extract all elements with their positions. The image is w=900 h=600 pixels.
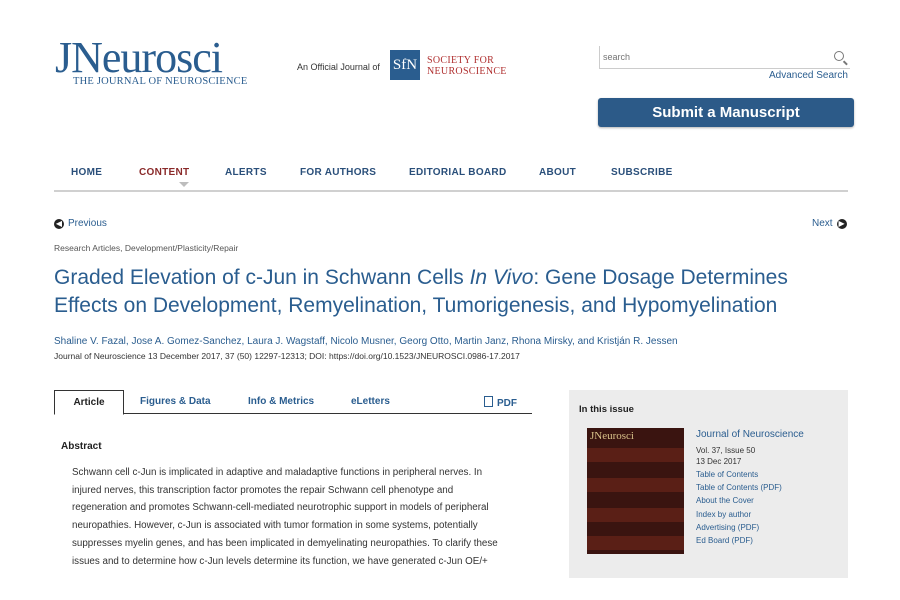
tab-article[interactable]: Article xyxy=(54,390,124,415)
cover-title: JNeurosci xyxy=(590,430,634,442)
issue-date: 13 Dec 2017 xyxy=(696,457,742,466)
sfn-name-line1: Society for xyxy=(427,55,495,66)
nav-home[interactable]: HOME xyxy=(71,167,102,178)
nav-alerts[interactable]: ALERTS xyxy=(225,167,267,178)
search-input[interactable] xyxy=(603,49,828,65)
logo-text: JNeurosci xyxy=(55,33,223,82)
previous-link[interactable]: ◀ Previous xyxy=(54,218,107,229)
in-this-issue-panel: In this issue JNeurosci Journal of Neuro… xyxy=(569,390,848,578)
tab-figures-data[interactable]: Figures & Data xyxy=(140,396,211,407)
tab-pdf[interactable]: PDF xyxy=(484,396,517,409)
nav-editorial-board[interactable]: EDITORIAL BOARD xyxy=(409,167,506,178)
cover-stripe xyxy=(587,536,684,550)
issue-cover-image[interactable]: JNeurosci xyxy=(587,428,684,554)
abstract-text: Schwann cell c-Jun is implicated in adap… xyxy=(72,464,527,570)
tab-article-label: Article xyxy=(73,397,105,408)
tab-eletters[interactable]: eLetters xyxy=(351,396,390,407)
issue-link-toc[interactable]: Table of Contents xyxy=(696,470,758,479)
title-italic: In Vivo xyxy=(469,266,534,289)
journal-logo[interactable]: JNeurosci THE JOURNAL OF NEUROSCIENCE xyxy=(55,33,248,88)
nav-about[interactable]: ABOUT xyxy=(539,167,576,178)
issue-volume: Vol. 37, Issue 50 xyxy=(696,446,756,455)
abstract-heading: Abstract xyxy=(61,441,102,452)
logo-subtitle: THE JOURNAL OF NEUROSCIENCE xyxy=(73,76,248,87)
cover-stripe xyxy=(587,508,684,522)
next-link[interactable]: Next ▶ xyxy=(812,218,847,229)
abstract-line: issues and to determine how c-Jun levels… xyxy=(72,555,488,567)
previous-label: Previous xyxy=(68,218,107,229)
tab-info-metrics[interactable]: Info & Metrics xyxy=(248,396,314,407)
main-nav: HOME CONTENT ALERTS FOR AUTHORS EDITORIA… xyxy=(54,158,848,192)
abstract-line: suppresses myelin genes, and has been im… xyxy=(72,537,498,549)
nav-content[interactable]: CONTENT xyxy=(139,167,189,178)
abstract-line: regeneration and promotes Schwann-cell-m… xyxy=(72,502,489,514)
issue-link-toc-pdf[interactable]: Table of Contents (PDF) xyxy=(696,483,782,492)
cover-stripe xyxy=(587,478,684,492)
nav-subscribe[interactable]: SUBSCRIBE xyxy=(611,167,673,178)
title-part-1: Graded Elevation of c-Jun in Schwann Cel… xyxy=(54,266,470,289)
author-list[interactable]: Shaline V. Fazal, Jose A. Gomez-Sanchez,… xyxy=(54,336,678,347)
nav-active-indicator xyxy=(179,182,189,187)
in-this-issue-heading: In this issue xyxy=(579,404,634,415)
search-box xyxy=(599,46,850,69)
issue-link-index-author[interactable]: Index by author xyxy=(696,510,751,519)
breadcrumb: Research Articles, Development/Plasticit… xyxy=(54,243,239,253)
abstract-line: neuropathies. However, c-Jun is associat… xyxy=(72,520,478,532)
previous-arrow-icon: ◀ xyxy=(54,218,64,229)
issue-link-advertising[interactable]: Advertising (PDF) xyxy=(696,523,759,532)
search-icon[interactable] xyxy=(834,51,844,61)
official-journal-text: An Official Journal of xyxy=(297,62,380,72)
next-arrow-icon: ▶ xyxy=(836,218,847,229)
cover-stripe xyxy=(587,448,684,462)
citation-line: Journal of Neuroscience 13 December 2017… xyxy=(54,351,520,361)
sfn-name-line2: Neuroscience xyxy=(427,66,507,77)
article-title: Graded Elevation of c-Jun in Schwann Cel… xyxy=(54,264,834,320)
issue-link-about-cover[interactable]: About the Cover xyxy=(696,496,754,505)
nav-for-authors[interactable]: FOR AUTHORS xyxy=(300,167,376,178)
pdf-icon xyxy=(484,396,493,407)
article-tabs: Article Figures & Data Info & Metrics eL… xyxy=(54,390,532,415)
tab-pdf-label: PDF xyxy=(497,398,517,409)
abstract-line: Schwann cell c-Jun is implicated in adap… xyxy=(72,467,483,478)
submit-manuscript-button[interactable]: Submit a Manuscript xyxy=(598,98,854,127)
next-label: Next xyxy=(812,218,833,229)
issue-link-ed-board[interactable]: Ed Board (PDF) xyxy=(696,536,753,545)
abstract-line: injured nerves, this transcription facto… xyxy=(72,484,454,496)
advanced-search-link[interactable]: Advanced Search xyxy=(769,70,848,81)
sfn-logo-name[interactable]: Society for Neuroscience xyxy=(427,55,507,77)
sfn-logo-icon[interactable]: SfN xyxy=(390,50,420,80)
issue-journal-link[interactable]: Journal of Neuroscience xyxy=(696,429,804,440)
